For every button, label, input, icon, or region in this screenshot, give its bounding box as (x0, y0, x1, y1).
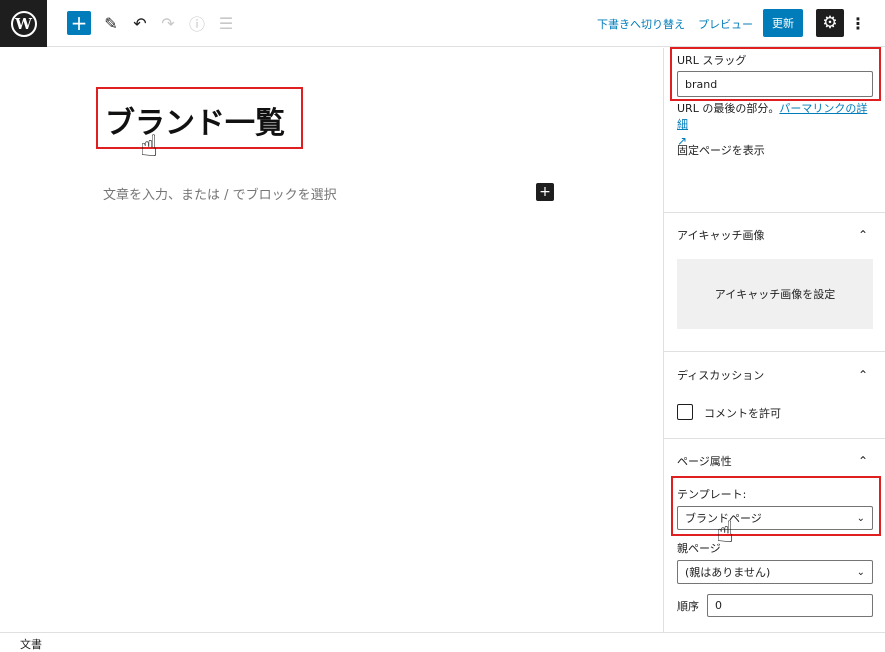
order-label: 順序 (677, 600, 699, 613)
template-highlight-box (671, 476, 881, 536)
switch-to-draft-button[interactable]: 下書きへ切り替え (597, 16, 685, 32)
chevron-up-icon[interactable]: ⌃ (858, 454, 868, 468)
divider (664, 351, 885, 352)
allow-comments-label: コメントを許可 (704, 407, 781, 420)
settings-sidebar: URL スラッグ brand URL の最後の部分。パーマリンクの詳細 ↗ 固定… (663, 47, 885, 632)
preview-button[interactable]: プレビュー (698, 16, 753, 32)
inline-add-block-button[interactable]: + (536, 183, 554, 201)
divider (664, 438, 885, 439)
breadcrumb[interactable]: 文書 (20, 636, 42, 652)
slug-highlight-box (670, 47, 881, 101)
add-block-button[interactable]: + (67, 11, 91, 35)
discussion-panel-title[interactable]: ディスカッション (677, 367, 764, 383)
featured-image-panel-title[interactable]: アイキャッチ画像 (677, 227, 764, 243)
chevron-down-icon: ⌄ (856, 566, 865, 578)
undo-icon[interactable]: ↶ (128, 11, 152, 35)
chevron-up-icon[interactable]: ⌃ (858, 368, 868, 382)
redo-icon[interactable]: ↷ (156, 11, 180, 35)
editor-canvas: ブランド一覧 ☝ 文章を入力、または / でブロックを選択 + (0, 48, 663, 632)
wordpress-icon: W (10, 10, 37, 37)
url-help-label: URL の最後の部分。 (677, 102, 780, 115)
editor-header: W + ✎ ↶ ↷ ⓘ ☰ 下書きへ切り替え プレビュー 更新 ⚙ ⋮ (0, 0, 885, 47)
hand-pointer-icon: ☝ (140, 129, 159, 164)
update-button[interactable]: 更新 (763, 9, 803, 37)
editor-footer: 文書 (0, 632, 885, 652)
title-highlight-box (96, 87, 303, 149)
block-placeholder[interactable]: 文章を入力、または / でブロックを選択 (103, 184, 337, 203)
list-view-icon[interactable]: ☰ (214, 11, 238, 35)
allow-comments-checkbox[interactable] (677, 404, 693, 420)
order-input[interactable]: 0 (707, 594, 873, 617)
parent-page-select[interactable]: (親はありません) ⌄ (677, 560, 873, 584)
more-options-icon[interactable]: ⋮ (850, 10, 866, 36)
chevron-up-icon[interactable]: ⌃ (858, 228, 868, 242)
view-page-link[interactable]: 固定ページを表示 (677, 142, 765, 158)
divider (664, 212, 885, 213)
set-featured-image-button[interactable]: アイキャッチ画像を設定 (677, 259, 873, 329)
parent-page-label: 親ページ (677, 542, 721, 555)
edit-icon[interactable]: ✎ (99, 11, 123, 35)
wordpress-logo-button[interactable]: W (0, 0, 47, 47)
info-icon[interactable]: ⓘ (185, 11, 209, 35)
settings-gear-icon[interactable]: ⚙ (816, 9, 844, 37)
page-attributes-panel-title[interactable]: ページ属性 (677, 453, 732, 469)
parent-page-select-value: (親はありません) (685, 566, 771, 579)
